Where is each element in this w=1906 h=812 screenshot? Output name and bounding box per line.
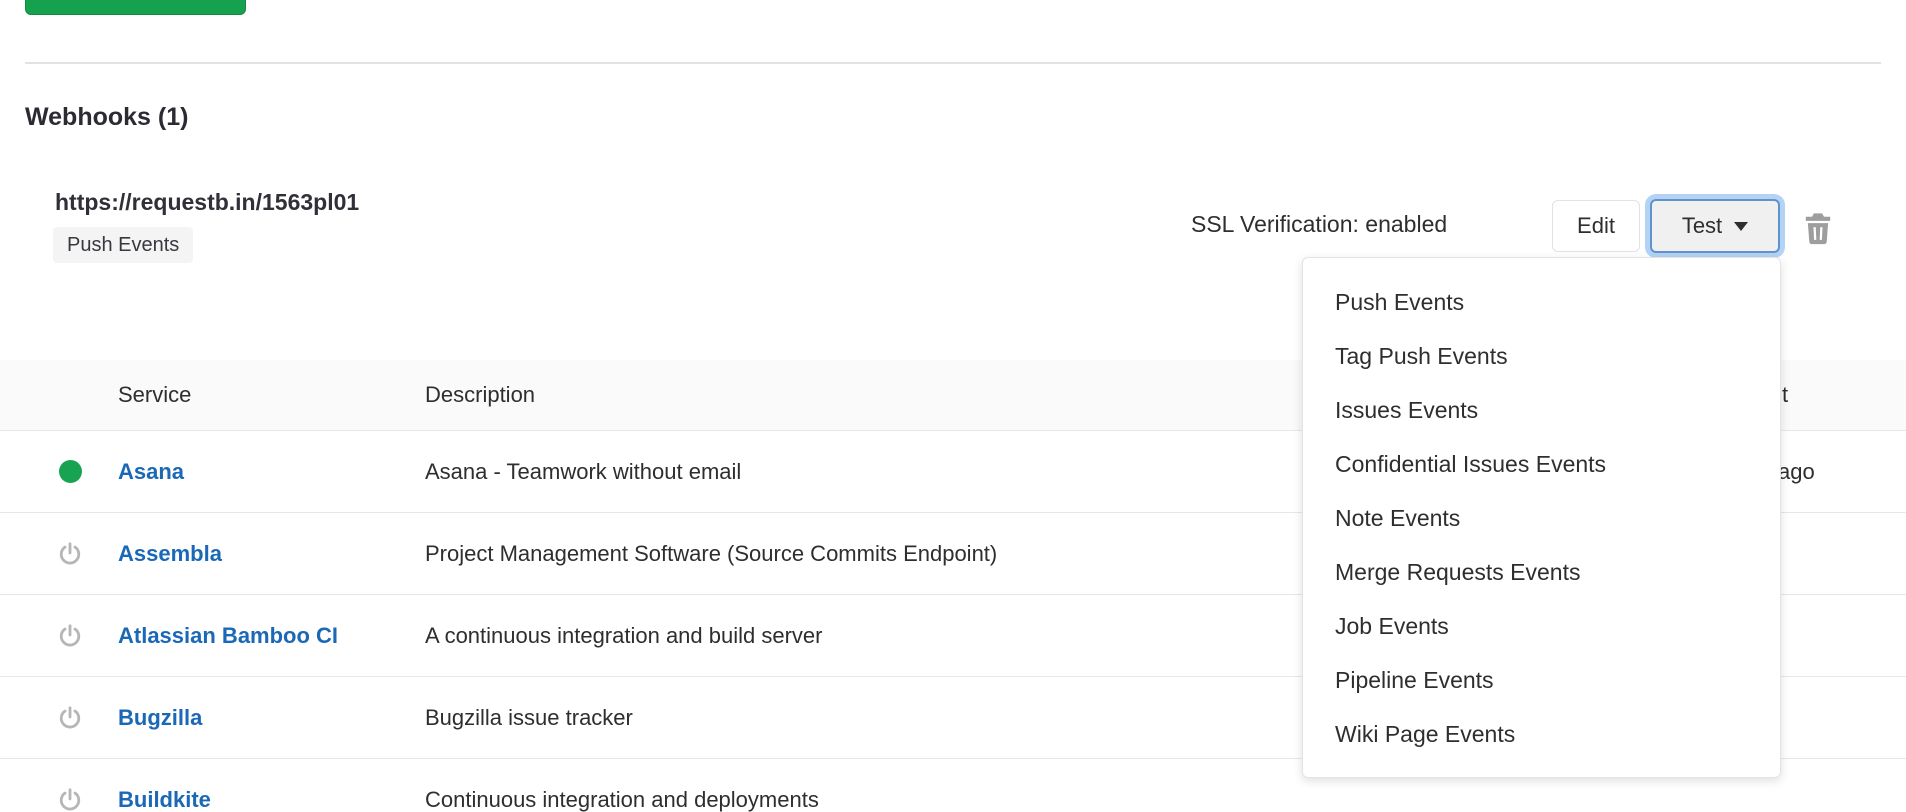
status-cell bbox=[50, 460, 90, 483]
service-link-assembla[interactable]: Assembla bbox=[118, 541, 222, 566]
ssl-verification-status: SSL Verification: enabled bbox=[1191, 211, 1447, 238]
add-webhook-button[interactable] bbox=[25, 0, 246, 15]
service-description: A continuous integration and build serve… bbox=[425, 623, 1285, 649]
dropdown-item-push-events[interactable]: Push Events bbox=[1303, 275, 1780, 329]
dropdown-item-job-events[interactable]: Job Events bbox=[1303, 599, 1780, 653]
webhook-events-badge: Push Events bbox=[53, 227, 193, 263]
dropdown-item-issues-events[interactable]: Issues Events bbox=[1303, 383, 1780, 437]
trash-icon bbox=[1803, 211, 1833, 245]
service-link-buildkite[interactable]: Buildkite bbox=[118, 787, 211, 812]
webhooks-section-title: Webhooks (1) bbox=[25, 103, 188, 132]
service-description: Bugzilla issue tracker bbox=[425, 705, 1285, 731]
description-column-header: Description bbox=[425, 382, 535, 408]
service-link-bugzilla[interactable]: Bugzilla bbox=[118, 705, 202, 730]
service-description: Project Management Software (Source Comm… bbox=[425, 541, 1285, 567]
status-cell bbox=[50, 540, 90, 568]
chevron-down-icon bbox=[1734, 222, 1748, 231]
dropdown-item-wiki-page-events[interactable]: Wiki Page Events bbox=[1303, 707, 1780, 761]
last-edit-value-fragment: ago bbox=[1778, 459, 1815, 485]
status-cell bbox=[50, 622, 90, 650]
dropdown-item-pipeline-events[interactable]: Pipeline Events bbox=[1303, 653, 1780, 707]
status-cell bbox=[50, 704, 90, 732]
service-column-header: Service bbox=[118, 382, 191, 408]
service-link-asana[interactable]: Asana bbox=[118, 459, 184, 484]
test-button-label: Test bbox=[1682, 213, 1722, 239]
webhook-url: https://requestb.in/1563pl01 bbox=[55, 189, 359, 216]
service-link-atlassian-bamboo-ci[interactable]: Atlassian Bamboo CI bbox=[118, 623, 338, 648]
last-edit-column-header-fragment: t bbox=[1782, 382, 1788, 408]
power-inactive-icon bbox=[57, 786, 83, 812]
dropdown-item-note-events[interactable]: Note Events bbox=[1303, 491, 1780, 545]
dropdown-item-confidential-issues-events[interactable]: Confidential Issues Events bbox=[1303, 437, 1780, 491]
active-status-icon bbox=[59, 460, 82, 483]
delete-webhook-button[interactable] bbox=[1803, 211, 1833, 245]
status-cell bbox=[50, 786, 90, 812]
power-inactive-icon bbox=[57, 704, 83, 732]
power-inactive-icon bbox=[57, 540, 83, 568]
service-description: Asana - Teamwork without email bbox=[425, 459, 1285, 485]
service-description: Continuous integration and deployments bbox=[425, 787, 1285, 812]
webhook-events-badge-label: Push Events bbox=[67, 234, 179, 257]
dropdown-item-tag-push-events[interactable]: Tag Push Events bbox=[1303, 329, 1780, 383]
test-events-dropdown-menu: Push Events Tag Push Events Issues Event… bbox=[1302, 257, 1781, 778]
edit-webhook-button[interactable]: Edit bbox=[1552, 200, 1640, 252]
edit-button-label: Edit bbox=[1577, 213, 1615, 239]
section-divider bbox=[25, 62, 1881, 64]
power-inactive-icon bbox=[57, 622, 83, 650]
test-webhook-dropdown-button[interactable]: Test bbox=[1650, 199, 1780, 253]
webhooks-settings-page: Webhooks (1) https://requestb.in/1563pl0… bbox=[0, 0, 1906, 812]
dropdown-item-merge-requests-events[interactable]: Merge Requests Events bbox=[1303, 545, 1780, 599]
